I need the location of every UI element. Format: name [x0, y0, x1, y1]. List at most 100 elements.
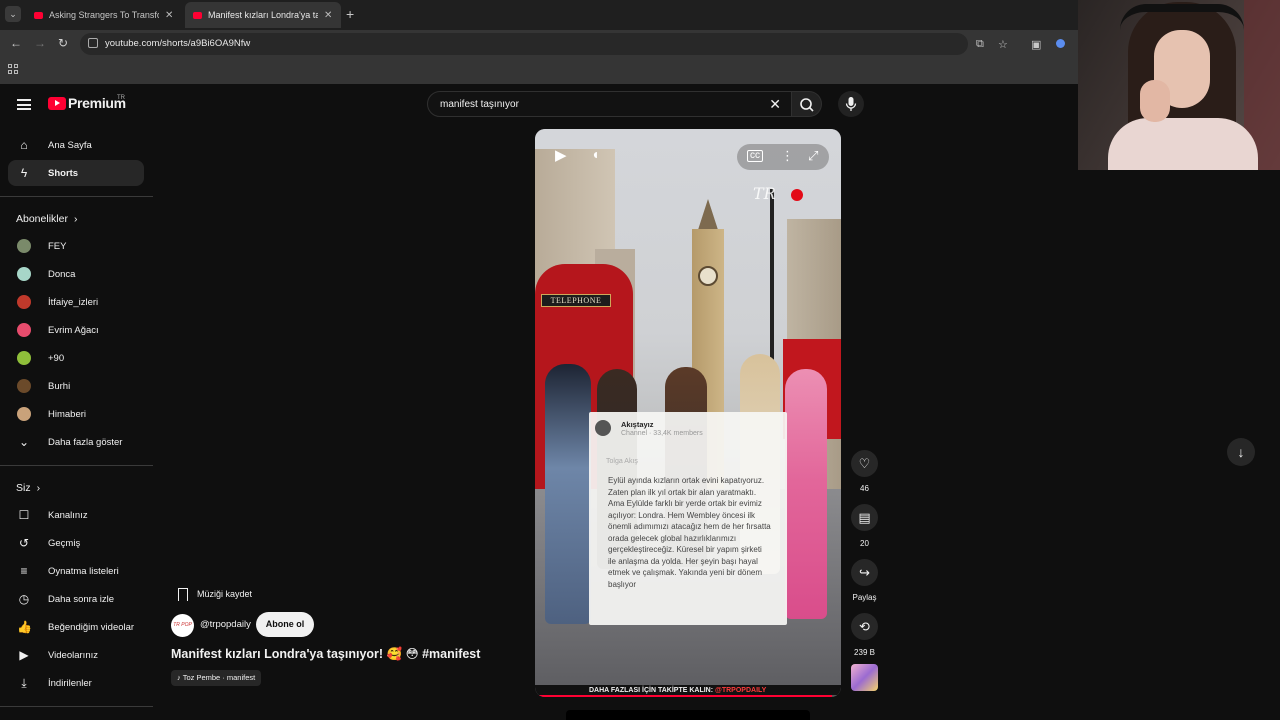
tab-close-icon[interactable]: ✕: [165, 10, 173, 21]
remix-button[interactable]: ⟲: [851, 613, 878, 640]
chevron-down-icon: ⌄: [18, 435, 30, 449]
sound-thumbnail[interactable]: [851, 664, 878, 691]
sidebar-item-label: İndirilenler: [48, 677, 92, 689]
heart-icon: ♡: [858, 456, 871, 471]
search-icon: [800, 98, 814, 112]
volume-icon[interactable]: ◖: [591, 146, 599, 162]
profile-icon[interactable]: [1056, 39, 1065, 48]
url-text: youtube.com/shorts/a9Bi6OA9Nfw: [105, 38, 251, 49]
channel-name[interactable]: @trpopdaily: [200, 619, 251, 630]
sidebar-item-your-videos[interactable]: ▶ Videolarınız: [8, 642, 144, 668]
turkish-flag-icon: [791, 189, 803, 201]
sidebar-item-subscription[interactable]: Burhi: [8, 373, 144, 399]
channel-avatar: [17, 351, 31, 365]
sidebar-item-label: Himaberi: [48, 408, 87, 420]
sidebar-item-downloads[interactable]: ⤓ İndirilenler: [8, 670, 144, 696]
sidebar-item-subscription[interactable]: FEY: [8, 233, 144, 259]
search-button[interactable]: [792, 91, 822, 117]
sidebar-item-subscription[interactable]: Evrim Ağacı: [8, 317, 144, 343]
sidebar-item-label: Daha fazla göster: [48, 436, 123, 448]
you-header[interactable]: Siz ›: [16, 482, 40, 494]
extension-icon[interactable]: ▣: [1031, 38, 1041, 51]
player-controls-pill: cc ⋮ ⤢: [737, 144, 829, 170]
menu-icon[interactable]: [17, 99, 31, 110]
browser-tab-bar: ⌄ Asking Strangers To Transform ✕ Manife…: [0, 0, 1078, 30]
reload-icon[interactable]: ↻: [58, 36, 68, 50]
browser-tab[interactable]: Asking Strangers To Transform ✕: [26, 2, 182, 28]
subscriptions-header[interactable]: Abonelikler ›: [16, 213, 77, 225]
sidebar-item-show-more[interactable]: ⌄ Daha fazla göster: [8, 429, 144, 455]
clear-search-icon[interactable]: ✕: [769, 96, 781, 113]
captions-icon[interactable]: cc: [747, 150, 763, 162]
chevron-right-icon: ›: [73, 213, 78, 225]
shorts-video-player[interactable]: TELEPHONE Akıştayız Channel · 33,4K memb…: [535, 129, 841, 697]
sidebar-item-your-channel[interactable]: ☐ Kanalınız: [8, 502, 144, 528]
video-scene-clock: [698, 266, 718, 286]
youtube-favicon-icon: [193, 11, 202, 19]
sidebar-divider: [0, 706, 153, 707]
play-icon[interactable]: ▶: [555, 146, 567, 164]
tab-title: Manifest kızları Londra'ya taşın: [208, 10, 318, 20]
webcam-person-body: [1108, 118, 1258, 170]
sidebar-item-label: Daha sonra izle: [48, 593, 115, 605]
webcam-headphones: [1120, 4, 1244, 30]
forward-arrow-icon[interactable]: →: [34, 36, 46, 50]
install-app-icon[interactable]: ⧉: [976, 38, 984, 51]
share-icon: ↪: [859, 565, 870, 580]
new-tab-icon[interactable]: +: [346, 6, 354, 22]
comment-count: 20: [860, 539, 869, 548]
like-button[interactable]: ♡: [851, 450, 878, 477]
back-arrow-icon[interactable]: ←: [10, 36, 22, 50]
url-field[interactable]: youtube.com/shorts/a9Bi6OA9Nfw: [80, 33, 968, 55]
share-button[interactable]: ↪: [851, 559, 878, 586]
account-box-icon: ☐: [18, 508, 30, 522]
sidebar-item-label: Kanalınız: [48, 509, 88, 521]
bottom-banner-handle: @TRPOPDAILY: [715, 687, 767, 694]
video-progress-bar[interactable]: [535, 695, 841, 697]
sidebar-item-shorts[interactable]: ϟ Shorts: [8, 160, 144, 186]
sidebar-item-history[interactable]: ↺ Geçmiş: [8, 530, 144, 556]
channel-avatar: [17, 407, 31, 421]
sidebar-item-home[interactable]: ⌂ Ana Sayfa: [8, 132, 144, 158]
sidebar-item-subscription[interactable]: İtfaiye_izleri: [8, 289, 144, 315]
next-short-button[interactable]: ↓: [1227, 438, 1255, 466]
channel-avatar: [17, 267, 31, 281]
watch-later-icon: ◷: [18, 592, 30, 606]
sidebar-item-watch-later[interactable]: ◷ Daha sonra izle: [8, 586, 144, 612]
arrow-down-icon: ↓: [1237, 444, 1245, 460]
remix-icon: ⟲: [859, 619, 870, 634]
post-channel-members: Channel · 33,4K members: [621, 430, 703, 437]
search-input[interactable]: manifest taşınıyor ✕: [427, 91, 792, 117]
sidebar-item-label: Burhi: [48, 380, 71, 392]
tab-search-chevron-icon[interactable]: ⌄: [5, 6, 21, 22]
apps-grid-icon[interactable]: [8, 64, 18, 74]
browser-tab-active[interactable]: Manifest kızları Londra'ya taşın ✕: [185, 2, 341, 28]
bookmark-star-icon[interactable]: ☆: [998, 38, 1008, 51]
remix-count: 239 B: [854, 648, 875, 657]
sidebar-item-liked-videos[interactable]: 👍 Beğendiğim videolar: [8, 614, 144, 640]
subscribe-button[interactable]: Abone ol: [256, 612, 314, 637]
sidebar-item-subscription[interactable]: Donca: [8, 261, 144, 287]
tr-pop-watermark: TR: [753, 184, 776, 203]
sidebar-item-label: Videolarınız: [48, 649, 98, 661]
channel-avatar[interactable]: TR POP: [171, 614, 194, 637]
save-music-button[interactable]: Müziği kaydet: [171, 583, 252, 605]
sidebar-item-subscription[interactable]: Himaberi: [8, 401, 144, 427]
history-icon: ↺: [18, 536, 30, 550]
post-channel-name: Akıştayız: [621, 420, 654, 429]
sidebar-item-label: Geçmiş: [48, 537, 81, 549]
sidebar-item-subscription[interactable]: +90: [8, 345, 144, 371]
voice-search-button[interactable]: [838, 91, 864, 117]
sidebar-item-label: İtfaiye_izleri: [48, 296, 99, 308]
fullscreen-icon[interactable]: ⤢: [808, 148, 818, 164]
comments-button[interactable]: ▤: [851, 504, 878, 531]
sound-chip[interactable]: ♪ Toz Pembe · manifest: [171, 670, 262, 686]
tab-close-icon[interactable]: ✕: [324, 10, 332, 21]
youtube-premium-logo[interactable]: Premium: [48, 95, 126, 111]
more-options-icon[interactable]: ⋮: [781, 148, 794, 164]
music-note-icon: ♪: [177, 673, 181, 682]
sidebar-item-playlists[interactable]: ≡ Oynatma listeleri: [8, 558, 144, 584]
phone-booth-sign: TELEPHONE: [541, 294, 611, 307]
post-author: Tolga Akış: [606, 458, 638, 465]
site-info-icon[interactable]: [88, 38, 98, 48]
